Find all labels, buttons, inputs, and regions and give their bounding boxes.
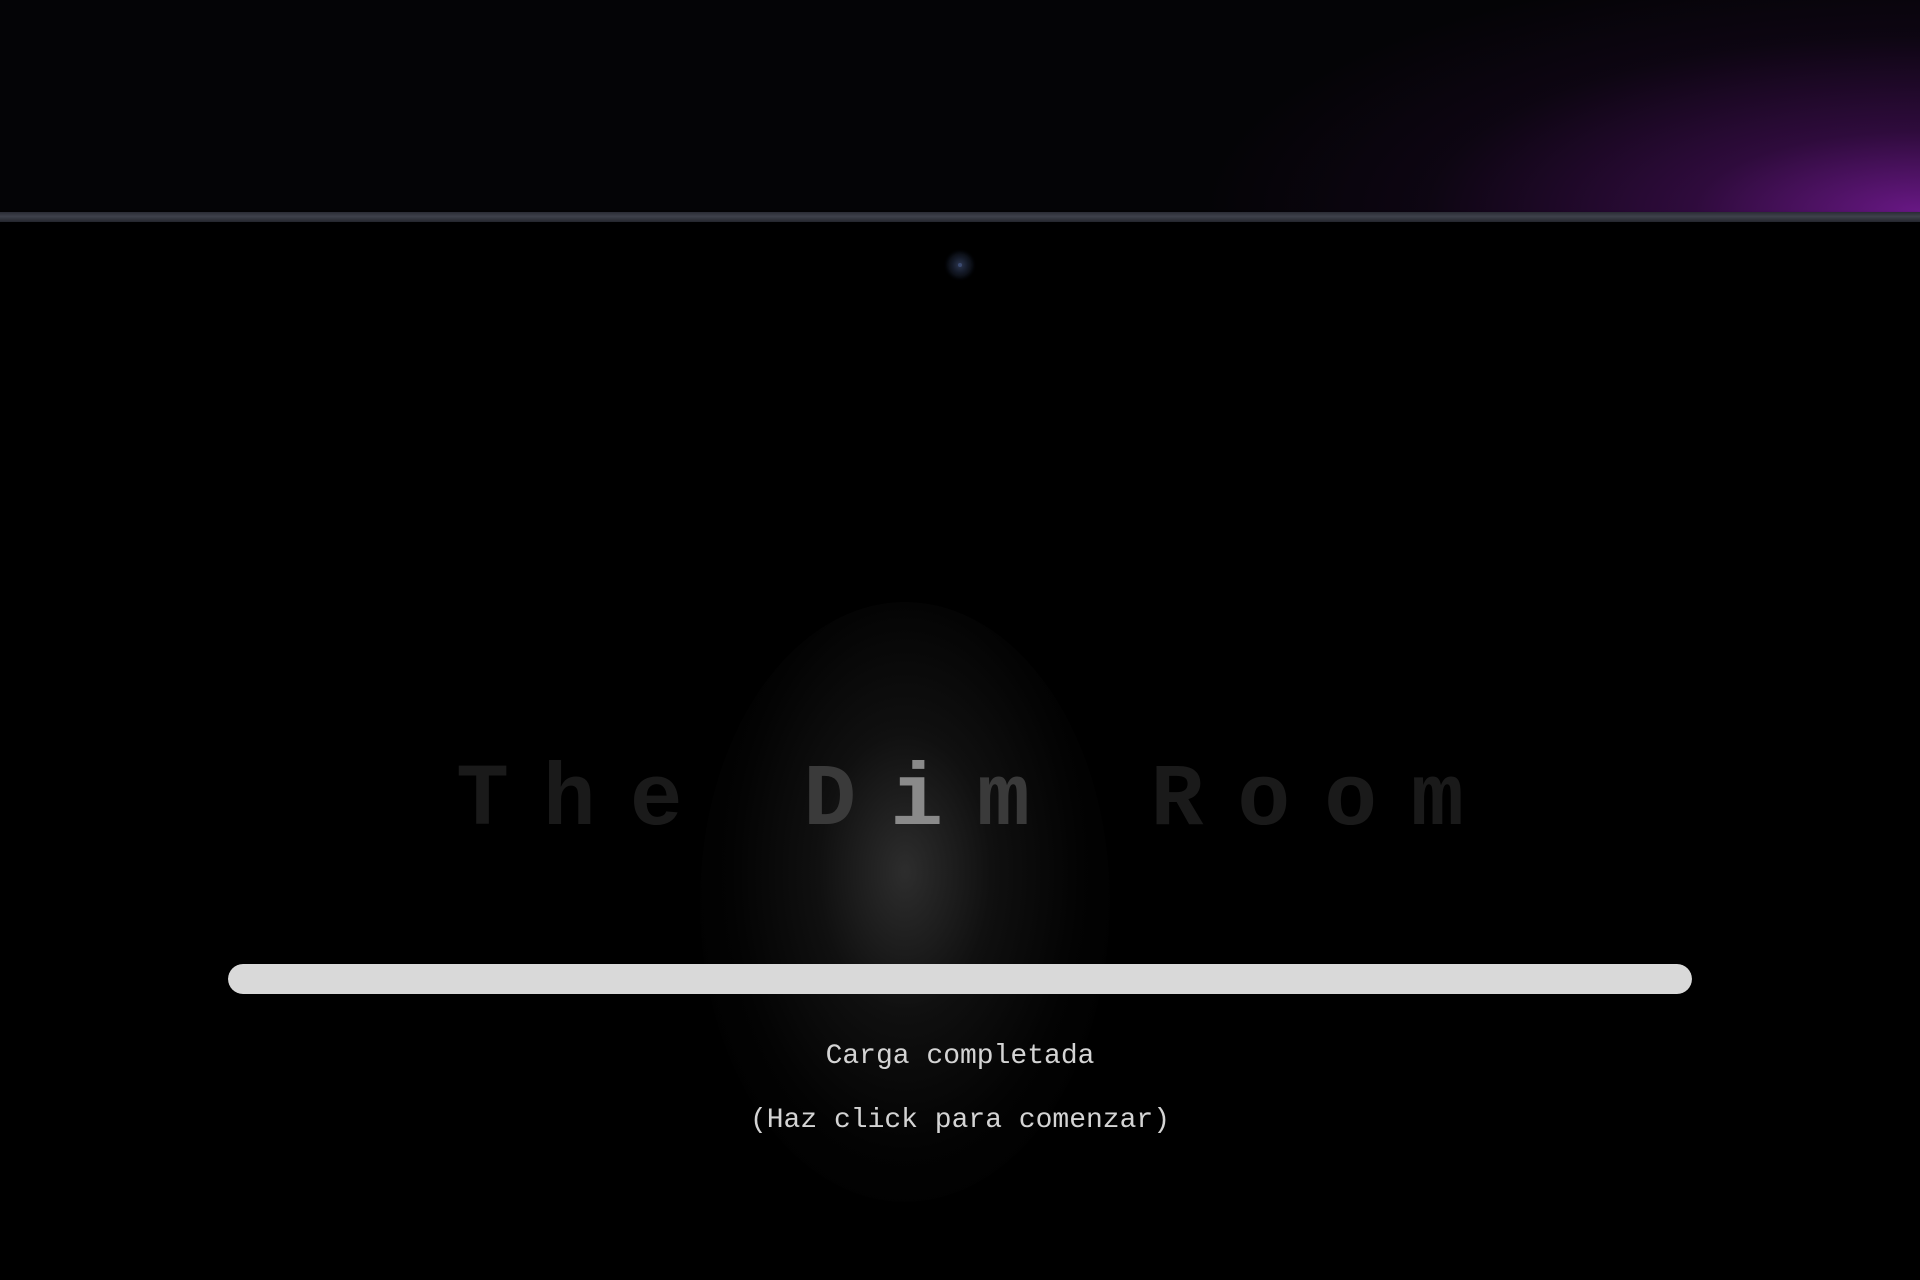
game-stage[interactable]: The Dim Room Carga completada (Haz click… [0,222,1920,1280]
loading-status-text: Carga completada [825,1041,1095,1072]
title-letter-m: m [977,752,1064,851]
camera-dot-icon [948,253,972,277]
header-band [0,0,1920,212]
title-letter-i: i [890,752,977,851]
game-title: The Dim Room [0,752,1920,852]
game-viewport[interactable]: The Dim Room Carga completada (Haz click… [0,0,1920,1280]
header-divider [0,212,1920,222]
title-word-the: The [456,752,717,851]
title-word-room: Room [1150,752,1498,851]
loading-progress-fill [228,964,1692,994]
click-to-start-prompt[interactable]: (Haz click para comenzar) [0,1104,1920,1138]
loading-progress-bar [228,964,1692,994]
title-letter-d: D [803,752,891,851]
